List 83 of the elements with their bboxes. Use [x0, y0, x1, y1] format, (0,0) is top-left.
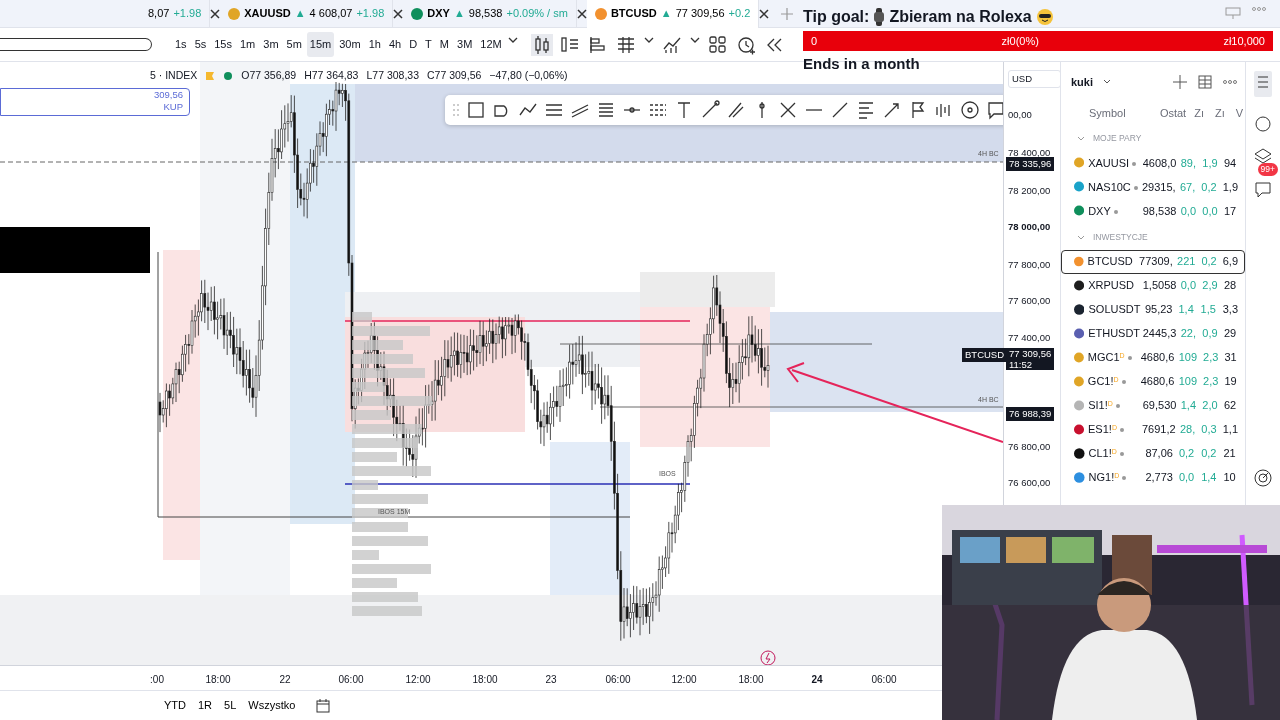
time-label: 06:00 [871, 673, 897, 687]
section-title: MOJE PARY [1093, 133, 1142, 143]
interval-button[interactable]: T [422, 32, 435, 57]
watchlist-row[interactable]: BTCUSD 77309, 221 0,2 6,9 [1061, 249, 1245, 274]
watchlist-row[interactable]: NG1!$^{D}$ 2,773 0,0 1,4 10 [1061, 465, 1245, 490]
watchlist-row[interactable]: XAUUSI 4608,0 89, 1,9 94 [1061, 150, 1245, 175]
interval-button[interactable]: M [436, 32, 452, 57]
time-label: 12:00 [405, 673, 431, 687]
legend-value: H77 364,83 [304, 68, 359, 83]
legend-value: L77 308,33 [366, 68, 419, 83]
price-label: 77 400,00 [1008, 331, 1051, 345]
interval-button[interactable]: 5m [283, 32, 305, 57]
currency-selector[interactable]: USD [1008, 70, 1062, 89]
goal-progress: zł0(0%) [1001, 33, 1039, 49]
range-button[interactable]: 5L [220, 695, 241, 716]
price-label: 78 400,00 [1008, 146, 1051, 160]
tip-goal-text: Zbieram na Rolexa [889, 7, 1032, 27]
goal-deadline: Ends in a month [803, 54, 921, 74]
watchlist-row[interactable]: MGC1$^{D}$ 4680,6 109 2,3 31 [1061, 345, 1245, 370]
price-marker: 76 988,39 [1006, 407, 1055, 422]
tip-goal-label: Tip goal: [803, 7, 870, 27]
column-header[interactable]: V [1227, 104, 1245, 122]
interval-button[interactable]: D [406, 32, 421, 57]
watchlist-row[interactable]: GC1!$^{D}$ 4680,6 109 2,3 19 [1061, 369, 1245, 394]
time-label: 18:00 [472, 673, 498, 687]
last-price-label: 77 309,56 11:52 [1006, 348, 1055, 370]
range-button[interactable]: 1R [194, 695, 217, 716]
interval-button[interactable]: 1m [237, 32, 259, 57]
symbol-tab[interactable]: XAUUSD ▲ 4 608,07 +1.98 [220, 0, 394, 28]
column-header[interactable]: Ostat [1149, 104, 1187, 122]
interval-button[interactable]: 3m [260, 32, 282, 57]
time-label: 18:00 [205, 673, 231, 687]
price-label: 78 000,00 [1008, 220, 1051, 234]
watchlist-row[interactable]: CL1!$^{D}$ 87,06 0,2 0,2 21 [1061, 441, 1245, 466]
column-header[interactable]: Symbol [1089, 104, 1150, 122]
price-label: 00,00 [1008, 108, 1032, 122]
interval-button[interactable]: 5s [191, 32, 210, 57]
time-label: 24 [811, 673, 823, 687]
time-label: :00 [150, 673, 164, 687]
price-marker: 78 335,96 [1006, 157, 1055, 172]
range-button[interactable]: YTD [160, 695, 190, 716]
range-button[interactable]: Wszystko [244, 695, 300, 716]
interval-button[interactable]: 12M [477, 32, 505, 57]
legend-symbol: 5 · INDEX [150, 68, 198, 83]
interval-button[interactable]: 1h [365, 32, 384, 57]
time-label: 18:00 [738, 673, 764, 687]
watchlist-row[interactable]: NAS10C 29315, 67, 0,2 1,9 [1061, 174, 1245, 199]
interval-button[interactable]: 1s [172, 32, 190, 57]
goal-target: zł10,000 [1223, 33, 1265, 49]
interval-button[interactable]: 30m [336, 32, 364, 57]
interval-button[interactable]: 15s [211, 32, 235, 57]
interval-button[interactable]: 3M [454, 32, 476, 57]
watchlist-row[interactable]: ES1!$^{D}$ 7691,2 28, 0,3 1,1 [1061, 417, 1245, 442]
price-label: 76 600,00 [1008, 476, 1051, 490]
legend-value: C77 309,56 [427, 68, 482, 83]
watchlist-name[interactable]: kuki [1071, 73, 1093, 91]
watchlist-row[interactable]: XRPUSD 1,5058 0,0 2,9 28 [1061, 273, 1245, 298]
legend-value: O77 356,89 [241, 68, 297, 83]
price-label: 78 200,00 [1008, 184, 1051, 198]
price-label: 77 600,00 [1008, 294, 1051, 308]
interval-button[interactable]: 15m [306, 32, 335, 57]
symbol-tab[interactable]: DXY ▲ 98,538 +0.09% / sm [403, 0, 577, 28]
time-label: 06:00 [605, 673, 631, 687]
watchlist-row[interactable]: ETHUSDT 2445,3 22, 0,9 29 [1061, 321, 1245, 346]
goal-start: 0 [811, 33, 818, 49]
price-label: 77 800,00 [1008, 258, 1051, 272]
section-title: INWESTYCJE [1093, 231, 1148, 242]
time-label: 12:00 [671, 673, 697, 687]
watchlist-row[interactable]: DXY 98,538 0,0 0,0 17 [1061, 198, 1245, 223]
symbol-tab[interactable]: 8,07 +1.98 [0, 0, 211, 28]
column-header[interactable]: Zı [1207, 104, 1228, 122]
symbol-tab[interactable]: BTCUSD ▲ 77 309,56 +0.2 [586, 0, 760, 28]
time-label: 23 [545, 673, 557, 687]
column-header[interactable]: Zı [1186, 104, 1207, 122]
legend-value: −47,80 (−0,06%) [489, 68, 568, 83]
time-label: 22 [279, 673, 291, 687]
price-label: 76 800,00 [1008, 440, 1051, 454]
watchlist-row[interactable]: SI1!$^{D}$ 69,530 1,4 2,0 62 [1061, 393, 1245, 418]
interval-button[interactable]: 4h [385, 32, 405, 57]
watchlist-row[interactable]: SOLUSDT 95,23 1,4 1,5 3,3 [1061, 297, 1245, 322]
time-label: 06:00 [338, 673, 364, 687]
symbol-label: BTCUSD [962, 348, 1008, 363]
notification-badge: 99+ [1257, 163, 1278, 176]
